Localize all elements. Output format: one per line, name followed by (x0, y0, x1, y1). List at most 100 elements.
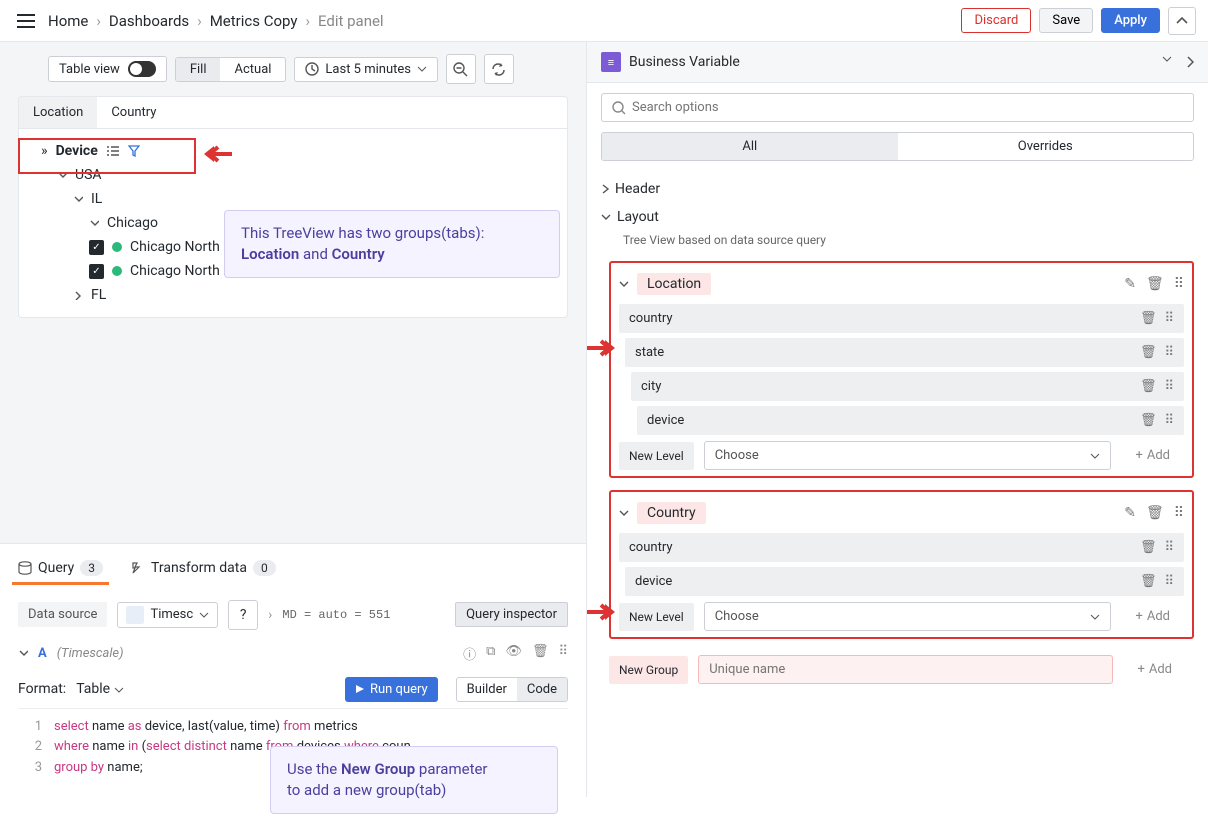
breadcrumb: Home› Dashboards› Metrics Copy› Edit pan… (48, 12, 384, 30)
query-ds-name: (Timescale) (57, 646, 124, 661)
callout-treeview: This TreeView has two groups(tabs):Locat… (224, 210, 560, 278)
tab-location[interactable]: Location (19, 97, 97, 128)
new-group-label: New Group (609, 656, 688, 684)
run-query-button[interactable]: Run query (345, 677, 438, 702)
new-level-select[interactable]: Choose (704, 602, 1112, 631)
query-ref[interactable]: A (38, 646, 47, 661)
callout-newgroup: Use the New Group parameterto add a new … (270, 746, 558, 814)
fill-actual-toggle[interactable]: FillActual (175, 57, 287, 82)
datasource-select[interactable]: Timesc (117, 602, 218, 628)
trash-icon[interactable]: 🗑 (1140, 413, 1157, 428)
transform-icon (131, 561, 145, 575)
trash-icon[interactable]: 🗑 (1140, 345, 1157, 360)
format-label: Format: (18, 681, 66, 697)
status-dot-icon (112, 242, 122, 252)
chevron-right-icon[interactable] (1186, 56, 1194, 68)
level-device[interactable]: device🗑⠿ (637, 406, 1184, 435)
query-inspector-button[interactable]: Query inspector (455, 602, 568, 627)
tree-node-usa[interactable]: USA (33, 163, 553, 187)
grip-icon[interactable]: ⠿ (1164, 413, 1174, 428)
tab-country[interactable]: Country (97, 97, 170, 128)
edit-icon[interactable]: ✎ (1124, 276, 1136, 292)
trash-icon[interactable]: 🗑 (1140, 574, 1157, 589)
tree-node-il[interactable]: IL (33, 187, 553, 211)
grip-icon[interactable]: ⠿ (1164, 379, 1174, 394)
chevron-down-icon[interactable] (619, 280, 629, 288)
subtab-overrides[interactable]: Overrides (898, 133, 1194, 160)
group-country: Country ✎🗑⠿ country🗑⠿ device🗑⠿ New Level… (609, 490, 1194, 639)
breadcrumb-home[interactable]: Home (48, 12, 88, 30)
panel-type-icon: ≡ (601, 52, 621, 72)
trash-icon[interactable]: 🗑 (532, 644, 549, 663)
add-level-button[interactable]: + Add (1121, 442, 1184, 469)
filter-icon[interactable] (128, 145, 140, 157)
search-input[interactable] (601, 93, 1194, 122)
chevron-down-icon[interactable] (1162, 56, 1172, 62)
collapse-button[interactable] (1168, 7, 1196, 35)
trash-icon[interactable]: 🗑 (1140, 311, 1157, 326)
grip-icon[interactable]: ⠿ (558, 644, 568, 663)
help-button[interactable]: ? (228, 600, 258, 630)
status-dot-icon (112, 266, 122, 276)
datasource-label: Data source (18, 602, 107, 627)
checkbox-icon[interactable]: ✓ (89, 264, 104, 279)
level-country2[interactable]: country🗑⠿ (619, 533, 1184, 562)
panel-type-title[interactable]: Business Variable (629, 54, 740, 70)
discard-button[interactable]: Discard (961, 8, 1031, 33)
new-group-input[interactable] (698, 655, 1113, 684)
new-level-select[interactable]: Choose (704, 441, 1112, 470)
builder-code-toggle[interactable]: BuilderCode (456, 677, 568, 702)
edit-icon[interactable]: ✎ (1124, 505, 1136, 521)
format-select[interactable]: Table (76, 681, 123, 697)
table-view-toggle[interactable]: Table view (48, 56, 167, 82)
eye-icon[interactable]: 👁 (505, 644, 522, 663)
group-name-location[interactable]: Location (637, 273, 711, 295)
trash-icon[interactable]: 🗑 (1140, 379, 1157, 394)
new-level-label: New Level (619, 442, 694, 470)
tree-device-header[interactable]: »Device (33, 139, 553, 163)
section-header[interactable]: Header (601, 175, 1194, 203)
breadcrumb-edit: Edit panel (318, 12, 384, 30)
chevron-down-icon[interactable] (619, 509, 629, 517)
section-layout[interactable]: Layout (601, 203, 1194, 231)
checkbox-icon[interactable]: ✓ (89, 240, 104, 255)
search-icon (612, 101, 626, 115)
hamburger-icon[interactable] (12, 7, 40, 35)
grip-icon[interactable]: ⠿ (1164, 345, 1174, 360)
trash-icon[interactable]: 🗑 (1146, 276, 1164, 292)
group-name-country[interactable]: Country (637, 502, 706, 524)
grip-icon[interactable]: ⠿ (1174, 276, 1184, 292)
new-level-label: New Level (619, 603, 694, 631)
md-info: MD = auto = 551 (282, 608, 390, 622)
group-location: Location ✎🗑⠿ country🗑⠿ state🗑⠿ city🗑⠿ de… (609, 261, 1194, 478)
tab-query[interactable]: Query3 (18, 552, 103, 584)
level-state[interactable]: state🗑⠿ (625, 338, 1184, 367)
layout-description: Tree View based on data source query (601, 231, 1194, 253)
grip-icon[interactable]: ⠿ (1164, 574, 1174, 589)
refresh-button[interactable] (484, 54, 514, 84)
level-city[interactable]: city🗑⠿ (631, 372, 1184, 401)
copy-icon[interactable]: ⧉ (486, 644, 495, 663)
add-level-button[interactable]: + Add (1121, 603, 1184, 630)
add-group-button[interactable]: + Add (1123, 656, 1186, 683)
save-button[interactable]: Save (1039, 8, 1093, 33)
level-device2[interactable]: device🗑⠿ (625, 567, 1184, 596)
trash-icon[interactable]: 🗑 (1140, 540, 1157, 555)
tab-transform[interactable]: Transform data0 (131, 552, 276, 584)
database-icon (18, 561, 32, 575)
toggle-icon[interactable] (128, 61, 156, 77)
apply-button[interactable]: Apply (1101, 8, 1160, 33)
grip-icon[interactable]: ⠿ (1174, 505, 1184, 521)
grip-icon[interactable]: ⠿ (1164, 540, 1174, 555)
zoom-out-button[interactable] (446, 54, 476, 84)
help-icon[interactable]: ⓘ (463, 644, 476, 663)
breadcrumb-dashboards[interactable]: Dashboards (109, 12, 189, 30)
tree-node-fl[interactable]: FL (33, 283, 553, 307)
breadcrumb-metrics[interactable]: Metrics Copy (210, 12, 298, 30)
level-country[interactable]: country🗑⠿ (619, 304, 1184, 333)
time-range-picker[interactable]: Last 5 minutes (294, 57, 438, 82)
subtab-all[interactable]: All (602, 133, 898, 160)
chevron-down-icon[interactable] (18, 648, 28, 658)
trash-icon[interactable]: 🗑 (1146, 505, 1164, 521)
grip-icon[interactable]: ⠿ (1164, 311, 1174, 326)
